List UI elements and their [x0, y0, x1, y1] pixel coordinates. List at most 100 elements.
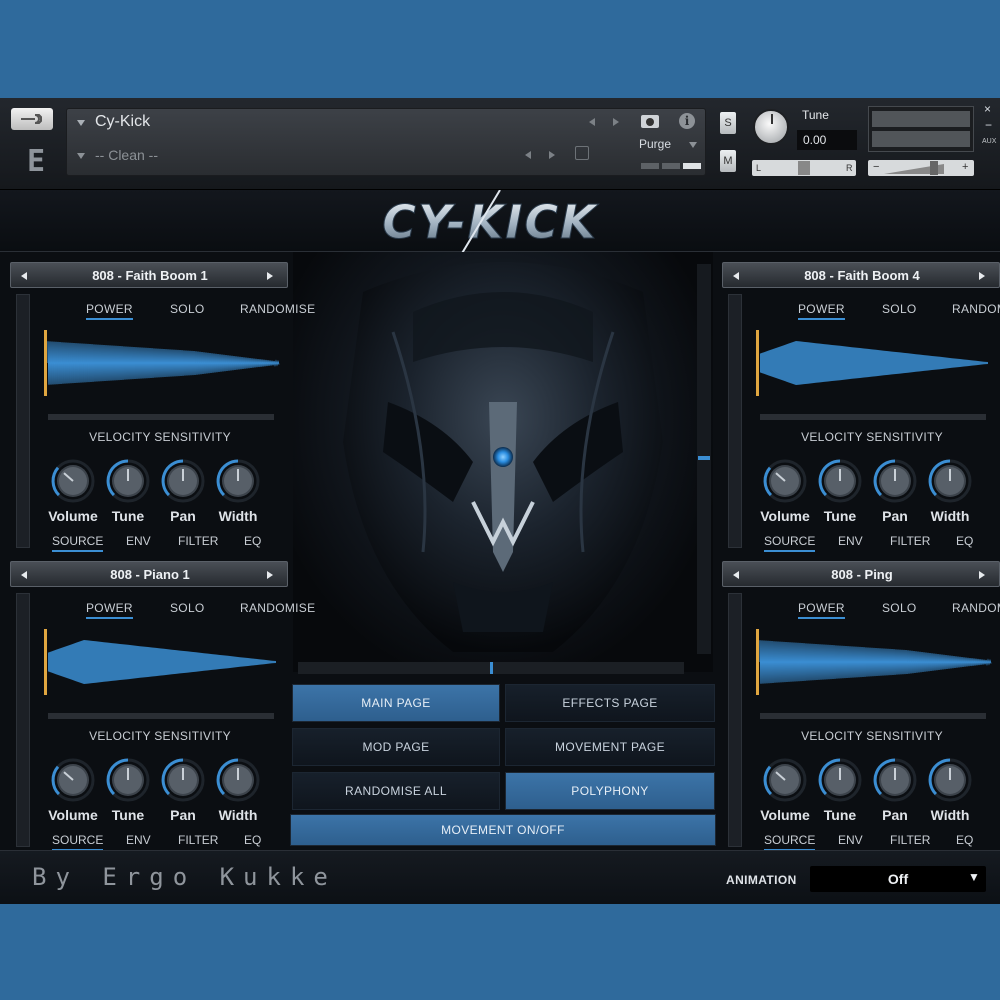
knob-pan[interactable] [160, 458, 206, 504]
mute-button[interactable]: M [720, 150, 736, 172]
slot-solo-button[interactable]: SOLO [170, 601, 205, 615]
slot-volume-fader[interactable] [16, 294, 30, 548]
main-page-button[interactable]: MAIN PAGE [292, 684, 500, 722]
slot-volume-fader[interactable] [16, 593, 30, 847]
chevron-down-icon[interactable] [77, 153, 85, 159]
purge-chevron-icon[interactable] [689, 142, 697, 148]
volume-handle[interactable] [930, 161, 938, 175]
next-sample-icon[interactable] [979, 571, 985, 579]
slot-power-button[interactable]: POWER [86, 601, 133, 619]
prev-preset-icon[interactable] [525, 151, 531, 159]
minimize-icon[interactable]: − [985, 118, 992, 132]
wrench-icon[interactable] [11, 108, 53, 130]
slot-solo-button[interactable]: SOLO [170, 302, 205, 316]
pan-slider[interactable]: L R [752, 160, 856, 176]
save-icon[interactable] [575, 146, 589, 160]
slot-volume-fader[interactable] [728, 294, 742, 548]
polyphony-button[interactable]: POLYPHONY [505, 772, 715, 810]
knob-tune[interactable] [105, 458, 151, 504]
camera-icon[interactable] [641, 115, 659, 128]
slot-power-button[interactable]: POWER [798, 302, 845, 320]
waveform-display[interactable] [756, 330, 992, 396]
waveform-display[interactable] [44, 629, 280, 695]
solo-button[interactable]: S [720, 112, 736, 134]
mod-page-button[interactable]: MOD PAGE [292, 728, 500, 766]
knob-width[interactable] [927, 458, 973, 504]
tab-source[interactable]: SOURCE [764, 833, 816, 851]
movement-page-button[interactable]: MOVEMENT PAGE [505, 728, 715, 766]
effects-page-button[interactable]: EFFECTS PAGE [505, 684, 715, 722]
next-sample-icon[interactable] [267, 272, 273, 280]
instrument-name[interactable]: Cy-Kick [95, 113, 150, 131]
pan-handle[interactable] [798, 161, 810, 175]
next-preset-icon[interactable] [549, 151, 555, 159]
close-icon[interactable]: × [984, 102, 991, 116]
slot-randomise-button[interactable]: RANDOMISE [240, 302, 315, 316]
next-instrument-icon[interactable] [613, 118, 619, 126]
knob-tune[interactable] [817, 458, 863, 504]
waveform-display[interactable] [44, 330, 280, 396]
knob-volume[interactable] [50, 458, 96, 504]
preset-name[interactable]: -- Clean -- [95, 147, 158, 163]
sample-start-slider[interactable] [760, 713, 986, 719]
slot-selector[interactable]: 808 - Faith Boom 4 [722, 262, 1000, 288]
tab-env[interactable]: ENV [838, 833, 863, 847]
tune-knob[interactable] [753, 109, 789, 145]
tab-eq[interactable]: EQ [244, 534, 261, 548]
slot-randomise-button[interactable]: RANDOMISE [952, 302, 1000, 316]
next-sample-icon[interactable] [267, 571, 273, 579]
knob-tune[interactable] [105, 757, 151, 803]
tab-source[interactable]: SOURCE [764, 534, 816, 552]
purge-button[interactable]: Purge [639, 137, 671, 151]
artwork-vertical-scrollbar[interactable] [697, 264, 711, 654]
slot-selector[interactable]: 808 - Piano 1 [10, 561, 288, 587]
tab-filter[interactable]: FILTER [178, 833, 218, 847]
tab-env[interactable]: ENV [838, 534, 863, 548]
tab-filter[interactable]: FILTER [890, 833, 930, 847]
tune-value[interactable]: 0.00 [797, 130, 857, 150]
slot-selector[interactable]: 808 - Ping [722, 561, 1000, 587]
sample-start-slider[interactable] [760, 414, 986, 420]
slot-power-button[interactable]: POWER [798, 601, 845, 619]
next-sample-icon[interactable] [979, 272, 985, 280]
knob-width[interactable] [215, 458, 261, 504]
tab-eq[interactable]: EQ [956, 534, 973, 548]
tab-eq[interactable]: EQ [956, 833, 973, 847]
waveform-display[interactable] [756, 629, 992, 695]
knob-volume[interactable] [762, 757, 808, 803]
tab-filter[interactable]: FILTER [890, 534, 930, 548]
chevron-down-icon[interactable] [77, 120, 85, 126]
slot-selector[interactable]: 808 - Faith Boom 1 [10, 262, 288, 288]
tab-env[interactable]: ENV [126, 534, 151, 548]
slot-solo-button[interactable]: SOLO [882, 601, 917, 615]
knob-width[interactable] [927, 757, 973, 803]
animation-dropdown[interactable]: Off ▼ [810, 866, 986, 892]
info-icon[interactable]: i [679, 113, 695, 129]
slot-randomise-button[interactable]: RANDOMISE [240, 601, 315, 615]
knob-tune[interactable] [817, 757, 863, 803]
movement-toggle-button[interactable]: MOVEMENT ON/OFF [290, 814, 716, 846]
volume-slider[interactable]: − + [868, 160, 974, 176]
knob-width[interactable] [215, 757, 261, 803]
knob-volume[interactable] [50, 757, 96, 803]
sample-start-slider[interactable] [48, 713, 274, 719]
knob-volume[interactable] [762, 458, 808, 504]
slot-randomise-button[interactable]: RANDOMISE [952, 601, 1000, 615]
sample-start-slider[interactable] [48, 414, 274, 420]
knob-pan[interactable] [160, 757, 206, 803]
aux-button[interactable]: AUX [982, 138, 996, 145]
tab-eq[interactable]: EQ [244, 833, 261, 847]
prev-instrument-icon[interactable] [589, 118, 595, 126]
tab-source[interactable]: SOURCE [52, 534, 104, 552]
tab-source[interactable]: SOURCE [52, 833, 104, 851]
artwork-horizontal-scrollbar[interactable] [298, 662, 684, 674]
tab-env[interactable]: ENV [126, 833, 151, 847]
knob-pan[interactable] [872, 458, 918, 504]
tab-filter[interactable]: FILTER [178, 534, 218, 548]
slot-solo-button[interactable]: SOLO [882, 302, 917, 316]
knob-pan[interactable] [872, 757, 918, 803]
pan-right-label: R [846, 163, 853, 173]
slot-volume-fader[interactable] [728, 593, 742, 847]
slot-power-button[interactable]: POWER [86, 302, 133, 320]
randomise-all-button[interactable]: RANDOMISE ALL [292, 772, 500, 810]
